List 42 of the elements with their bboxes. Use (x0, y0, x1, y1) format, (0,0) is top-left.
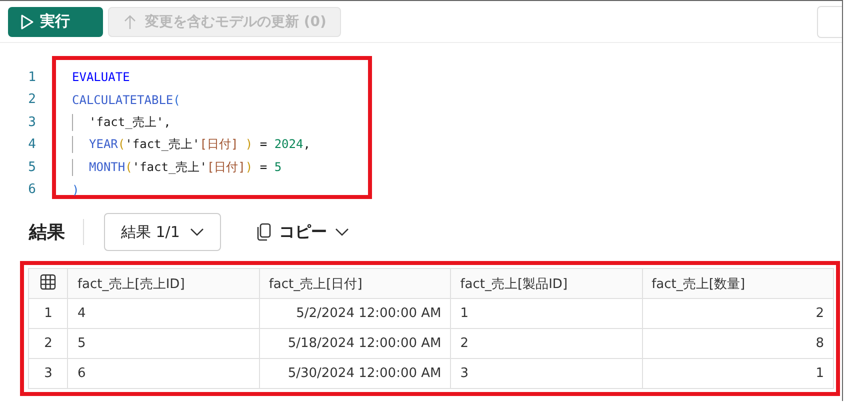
code-line: MONTH('fact_売上'[日付]) = 5 (72, 158, 282, 176)
column-header[interactable]: fact_売上[数量] (642, 268, 834, 298)
column-header[interactable]: fact_売上[日付] (259, 268, 451, 298)
line-number: 6 (27, 182, 37, 198)
row-number: 2 (28, 328, 68, 358)
table-cell: 5/2/2024 12:00:00 AM (259, 298, 451, 328)
line-number: 2 (27, 92, 37, 108)
chevron-down-icon (190, 228, 204, 236)
line-number: 5 (27, 160, 37, 175)
row-number: 3 (28, 358, 68, 388)
toolbar-button[interactable] (817, 6, 842, 38)
table-cell: 6 (68, 358, 260, 388)
copy-icon (256, 223, 271, 241)
line-number: 1 (27, 70, 37, 85)
line-number: 4 (27, 137, 37, 152)
table-cell: 1 (450, 298, 642, 328)
code-line: ) (71, 182, 80, 197)
table-cell: 5/30/2024 12:00:00 AM (259, 358, 451, 388)
table-cell: 1 (642, 358, 834, 388)
arrow-up-icon (123, 14, 137, 30)
table-cell: 3 (450, 358, 642, 388)
table-cell: 2 (450, 328, 642, 358)
code-line: EVALUATE (71, 70, 130, 84)
column-header[interactable]: fact_売上[売上ID] (68, 268, 260, 298)
results-title: 結果 (29, 221, 65, 244)
play-icon (20, 14, 34, 30)
row-number: 1 (28, 298, 68, 328)
code-line: CALCULATETABLE( (71, 92, 180, 107)
code-line: 'fact_売上', (72, 114, 171, 131)
line-number: 3 (27, 114, 37, 130)
chevron-down-icon (334, 228, 349, 236)
table-cell: 5/18/2024 12:00:00 AM (259, 328, 451, 358)
code-line: YEAR('fact_売上'[日付] ) = 2024, (72, 136, 310, 154)
table-cell: 4 (68, 298, 260, 328)
column-header[interactable]: fact_売上[製品ID] (450, 268, 642, 298)
table-cell: 5 (68, 328, 260, 358)
table-grid-icon (40, 274, 56, 290)
copy-button[interactable]: コピー (250, 220, 355, 244)
table-cell: 2 (642, 298, 834, 328)
result-dropdown[interactable]: 結果 1/1 (104, 213, 221, 251)
table-cell: 8 (642, 328, 834, 358)
run-button[interactable]: 実行 (8, 6, 103, 36)
